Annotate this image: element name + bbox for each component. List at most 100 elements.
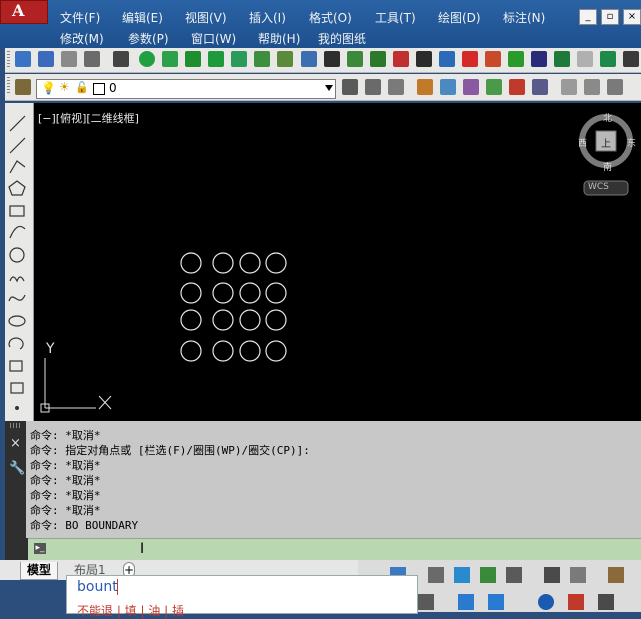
construction-line-icon[interactable] [9, 137, 26, 154]
isometric-icon[interactable] [570, 567, 586, 583]
minimize-icon[interactable]: _ [579, 9, 597, 25]
align-icon[interactable] [531, 51, 547, 67]
drawn-circle[interactable] [239, 282, 261, 304]
drawn-circle[interactable] [180, 252, 202, 274]
menu-edit[interactable]: 编辑(E) [122, 10, 163, 26]
compass-south-label[interactable]: 南 [603, 160, 612, 173]
command-input[interactable]: ▸_ I [28, 538, 641, 561]
polygon-icon[interactable] [8, 180, 26, 196]
trim-icon[interactable] [393, 51, 409, 67]
drawn-circle[interactable] [212, 282, 234, 304]
polyline-icon[interactable] [9, 160, 26, 174]
mirror-icon[interactable] [301, 51, 317, 67]
lock-icon[interactable]: 🔓 [75, 81, 89, 94]
menu-view[interactable]: 视图(V) [185, 10, 227, 26]
snap-mode-icon[interactable] [428, 567, 444, 583]
menu-parametric[interactable]: 参数(P) [128, 31, 169, 47]
more-tools-icon[interactable] [623, 51, 639, 67]
ortho-icon[interactable] [454, 567, 470, 583]
close-icon[interactable]: × [10, 436, 21, 451]
command-autocomplete[interactable]: bount 不能退 | 填 | 油 | 插 [66, 575, 418, 618]
drawn-circle[interactable] [265, 309, 287, 331]
ellipse-arc-icon[interactable] [8, 337, 24, 350]
snap-node-icon[interactable] [231, 51, 247, 67]
drawn-circle[interactable] [265, 282, 287, 304]
menu-insert[interactable]: 插入(I) [249, 10, 286, 26]
compass-west-label[interactable]: 西 [578, 136, 587, 149]
layer-match-icon[interactable] [532, 79, 548, 95]
lightbulb-icon[interactable]: 💡 [41, 81, 56, 95]
autocomplete-suggestion-row[interactable]: 不能退 | 填 | 油 | 插 [77, 602, 184, 619]
layer-states-icon[interactable] [388, 79, 404, 95]
viewcube-top-face[interactable]: 上 [601, 135, 611, 150]
menu-modify[interactable]: 修改(M) [60, 31, 104, 47]
drawn-circle[interactable] [265, 252, 287, 274]
autocomplete-typed-text[interactable]: bount [77, 579, 118, 595]
restore-icon[interactable]: ▫ [601, 9, 619, 25]
snap-center-icon[interactable] [208, 51, 224, 67]
line-icon[interactable] [9, 115, 26, 132]
wcs-label[interactable]: WCS [588, 182, 609, 192]
menu-tools[interactable]: 工具(T) [375, 10, 416, 26]
layer-freeze-icon[interactable] [486, 79, 502, 95]
menu-help[interactable]: 帮助(H) [258, 31, 300, 47]
close-icon[interactable]: × [623, 9, 641, 25]
command-prompt-icon[interactable]: ▸_ [34, 543, 46, 554]
offset-icon[interactable] [347, 51, 363, 67]
drawn-circle[interactable] [180, 309, 202, 331]
layer-previous-icon[interactable] [365, 79, 381, 95]
drawn-circle[interactable] [239, 252, 261, 274]
menu-my-drawings[interactable]: 我的图纸 [318, 31, 366, 47]
arc-icon[interactable] [9, 225, 26, 239]
compass-north-label[interactable]: 北 [603, 111, 612, 124]
chevron-down-icon[interactable] [325, 85, 333, 91]
application-logo[interactable]: A [0, 0, 48, 24]
layer-dropdown[interactable]: 💡 ☀ 🔓 0 [36, 79, 336, 99]
new-drawing-icon[interactable] [15, 51, 31, 67]
tab-model[interactable]: 模型 [20, 562, 59, 580]
drawn-circle[interactable] [212, 309, 234, 331]
make-current-icon[interactable] [342, 79, 358, 95]
table-icon[interactable] [554, 51, 570, 67]
polar-icon[interactable] [480, 567, 496, 583]
menu-draw[interactable]: 绘图(D) [438, 10, 481, 26]
layer-delete-icon[interactable] [607, 79, 623, 95]
insert-block-icon[interactable] [9, 360, 23, 372]
annotation-icon[interactable] [418, 594, 434, 610]
drawn-circle[interactable] [212, 340, 234, 362]
stretch-icon[interactable] [370, 51, 386, 67]
workspace-icon[interactable] [608, 567, 624, 583]
wrench-icon[interactable]: 🔧 [9, 461, 25, 476]
save-icon[interactable] [38, 51, 54, 67]
snap-endpoint-icon[interactable] [139, 51, 155, 67]
object-track-icon[interactable] [544, 567, 560, 583]
clean-screen-icon[interactable] [568, 594, 584, 610]
menu-format[interactable]: 格式(O) [309, 10, 352, 26]
make-block-icon[interactable] [10, 382, 24, 394]
drawn-circle[interactable] [239, 340, 261, 362]
toolbar-grip[interactable] [7, 51, 10, 68]
drawn-circle[interactable] [180, 340, 202, 362]
layer-properties-icon[interactable] [15, 79, 31, 95]
layer-walk-icon[interactable] [561, 79, 577, 95]
snap-grid-icon[interactable] [162, 51, 178, 67]
spline-icon[interactable] [8, 294, 26, 302]
chamfer-icon[interactable] [508, 51, 524, 67]
layer-lock-icon[interactable] [509, 79, 525, 95]
drawn-circle[interactable] [180, 282, 202, 304]
point-icon[interactable] [15, 406, 19, 410]
rectangle-select-icon[interactable] [416, 51, 432, 67]
drawn-circle[interactable] [265, 340, 287, 362]
isolate-objects-icon[interactable] [488, 594, 504, 610]
revcloud-icon[interactable] [9, 276, 25, 283]
menu-dimension[interactable]: 标注(N) [503, 10, 545, 26]
circle-icon[interactable] [9, 247, 25, 263]
dim-style-icon[interactable] [600, 51, 616, 67]
snap-intersection-icon[interactable] [185, 51, 201, 67]
snap-perpendicular-icon[interactable] [254, 51, 270, 67]
layer-unisolate-icon[interactable] [440, 79, 456, 95]
ellipse-icon[interactable] [8, 315, 26, 327]
sun-icon[interactable]: ☀ [59, 80, 70, 94]
array-icon[interactable] [324, 51, 340, 67]
drawn-circle[interactable] [212, 252, 234, 274]
